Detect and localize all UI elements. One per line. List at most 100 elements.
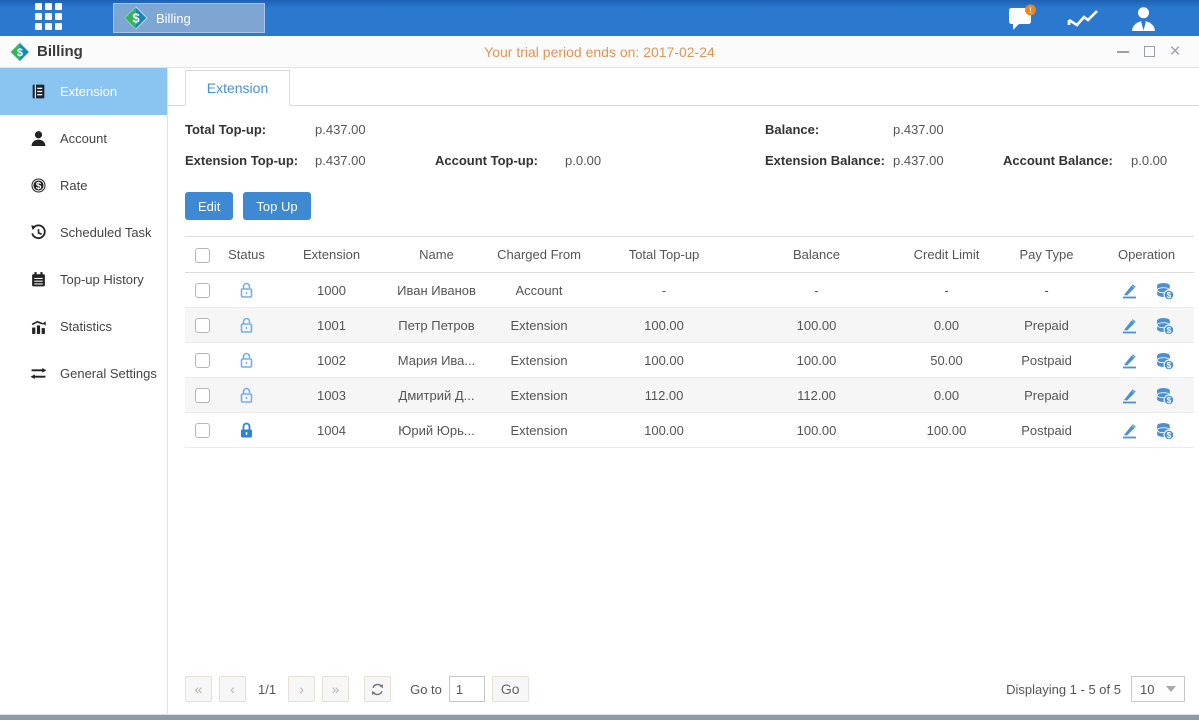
cell-pay-type: Postpaid	[994, 343, 1099, 378]
edit-button[interactable]: Edit	[185, 192, 233, 220]
table-row: 1003 Дмитрий Д... Extension 112.00 112.0…	[185, 378, 1194, 413]
top-up-coins-icon[interactable]	[1155, 281, 1174, 300]
balance-summary: Total Top-up: p.437.00 Extension Top-up:…	[185, 122, 1185, 184]
cell-total-topup: 112.00	[594, 378, 734, 413]
cell-total-topup: 100.00	[594, 343, 734, 378]
cell-credit-limit: -	[899, 273, 994, 308]
col-status: Status	[219, 237, 274, 273]
row-checkbox[interactable]	[195, 353, 210, 368]
svg-text:!: !	[1029, 6, 1032, 15]
top-up-coins-icon[interactable]	[1155, 351, 1174, 370]
cell-extension: 1001	[274, 308, 389, 343]
top-up-button[interactable]: Top Up	[243, 192, 310, 220]
sidebar-item-label: General Settings	[60, 366, 157, 381]
edit-pencil-icon[interactable]	[1120, 386, 1139, 405]
displaying-text: Displaying 1 - 5 of 5	[1006, 682, 1121, 697]
chevron-down-icon	[1166, 686, 1176, 692]
top-up-coins-icon[interactable]	[1155, 316, 1174, 335]
extension-ledger-icon	[30, 83, 47, 100]
sidebar-item-statistics[interactable]: Statistics	[0, 303, 167, 350]
last-page-button[interactable]: »	[322, 676, 349, 702]
sidebar-item-rate[interactable]: $ Rate	[0, 162, 167, 209]
cell-total-topup: 100.00	[594, 413, 734, 448]
sidebar-item-label: Extension	[60, 84, 117, 99]
window-title-text: Billing	[37, 43, 83, 60]
row-checkbox[interactable]	[195, 318, 210, 333]
topup-history-calendar-icon	[30, 271, 47, 288]
cell-name: Мария Ива...	[389, 343, 484, 378]
col-pay-type: Pay Type	[994, 237, 1099, 273]
row-checkbox[interactable]	[195, 283, 210, 298]
previous-page-button[interactable]: ‹	[219, 676, 246, 702]
goto-label: Go to	[410, 682, 442, 697]
action-buttons: Edit Top Up	[185, 192, 1185, 220]
close-icon[interactable]: ×	[1167, 44, 1183, 60]
extension-balance-label: Extension Balance:	[765, 153, 893, 168]
maximize-icon[interactable]	[1141, 44, 1157, 60]
status-unlocked-icon[interactable]	[238, 351, 255, 369]
col-credit-limit: Credit Limit	[899, 237, 994, 273]
topbar-billing-tab[interactable]: Billing	[113, 3, 265, 33]
notifications-icon[interactable]: !	[1007, 4, 1039, 32]
cell-credit-limit: 50.00	[899, 343, 994, 378]
svg-text:$: $	[36, 181, 42, 192]
row-checkbox[interactable]	[195, 423, 210, 438]
cell-charged-from: Extension	[484, 413, 594, 448]
row-checkbox[interactable]	[195, 388, 210, 403]
page-size-select[interactable]: 10	[1131, 676, 1185, 702]
next-page-button[interactable]: ›	[288, 676, 315, 702]
status-unlocked-icon[interactable]	[238, 281, 255, 299]
cell-pay-type: Postpaid	[994, 413, 1099, 448]
go-button[interactable]: Go	[492, 676, 529, 702]
account-topup-label: Account Top-up:	[435, 153, 565, 168]
top-up-coins-icon[interactable]	[1155, 386, 1174, 405]
sidebar-item-general-settings[interactable]: General Settings	[0, 350, 167, 397]
first-page-button[interactable]: «	[185, 676, 212, 702]
billing-diamond-icon	[10, 42, 30, 62]
window-controls: ×	[1115, 44, 1199, 60]
cell-name: Дмитрий Д...	[389, 378, 484, 413]
cell-credit-limit: 100.00	[899, 413, 994, 448]
table-header-row: Status Extension Name Charged From Total…	[185, 237, 1194, 273]
balance-label: Balance:	[765, 122, 893, 137]
col-total-topup: Total Top-up	[594, 237, 734, 273]
user-account-icon[interactable]	[1127, 4, 1159, 32]
select-all-checkbox[interactable]	[195, 248, 210, 263]
edit-pencil-icon[interactable]	[1120, 281, 1139, 300]
col-operation: Operation	[1099, 237, 1194, 273]
rate-dollar-icon: $	[30, 177, 47, 194]
top-up-coins-icon[interactable]	[1155, 421, 1174, 440]
app-grid-icon[interactable]	[35, 3, 65, 33]
cell-name: Петр Петров	[389, 308, 484, 343]
sidebar-item-scheduled-task[interactable]: Scheduled Task	[0, 209, 167, 256]
col-charged-from: Charged From	[484, 237, 594, 273]
edit-pencil-icon[interactable]	[1120, 351, 1139, 370]
sidebar-item-account[interactable]: Account	[0, 115, 167, 162]
tab-extension[interactable]: Extension	[185, 70, 290, 106]
sidebar-item-topup-history[interactable]: Top-up History	[0, 256, 167, 303]
table-row: 1001 Петр Петров Extension 100.00 100.00…	[185, 308, 1194, 343]
window-bottom-edge	[0, 714, 1199, 720]
sidebar-item-label: Rate	[60, 178, 87, 193]
account-person-icon	[30, 130, 47, 147]
status-unlocked-icon[interactable]	[238, 386, 255, 404]
edit-pencil-icon[interactable]	[1120, 421, 1139, 440]
status-unlocked-icon[interactable]	[238, 316, 255, 334]
refresh-button[interactable]	[364, 676, 391, 702]
goto-page-input[interactable]	[449, 676, 485, 702]
cell-extension: 1000	[274, 273, 389, 308]
cell-extension: 1004	[274, 413, 389, 448]
status-locked-icon[interactable]	[238, 421, 255, 439]
page-size-value: 10	[1140, 682, 1154, 697]
cell-charged-from: Extension	[484, 308, 594, 343]
statistics-chart-icon	[30, 318, 47, 335]
minimize-icon[interactable]	[1115, 44, 1131, 60]
resource-monitor-icon[interactable]	[1067, 4, 1099, 32]
cell-extension: 1002	[274, 343, 389, 378]
total-topup-value: p.437.00	[315, 122, 435, 137]
scheduled-task-clock-icon	[30, 224, 47, 241]
sidebar-item-extension[interactable]: Extension	[0, 68, 167, 115]
edit-pencil-icon[interactable]	[1120, 316, 1139, 335]
account-balance-label: Account Balance:	[1003, 153, 1131, 168]
table-row: 1002 Мария Ива... Extension 100.00 100.0…	[185, 343, 1194, 378]
